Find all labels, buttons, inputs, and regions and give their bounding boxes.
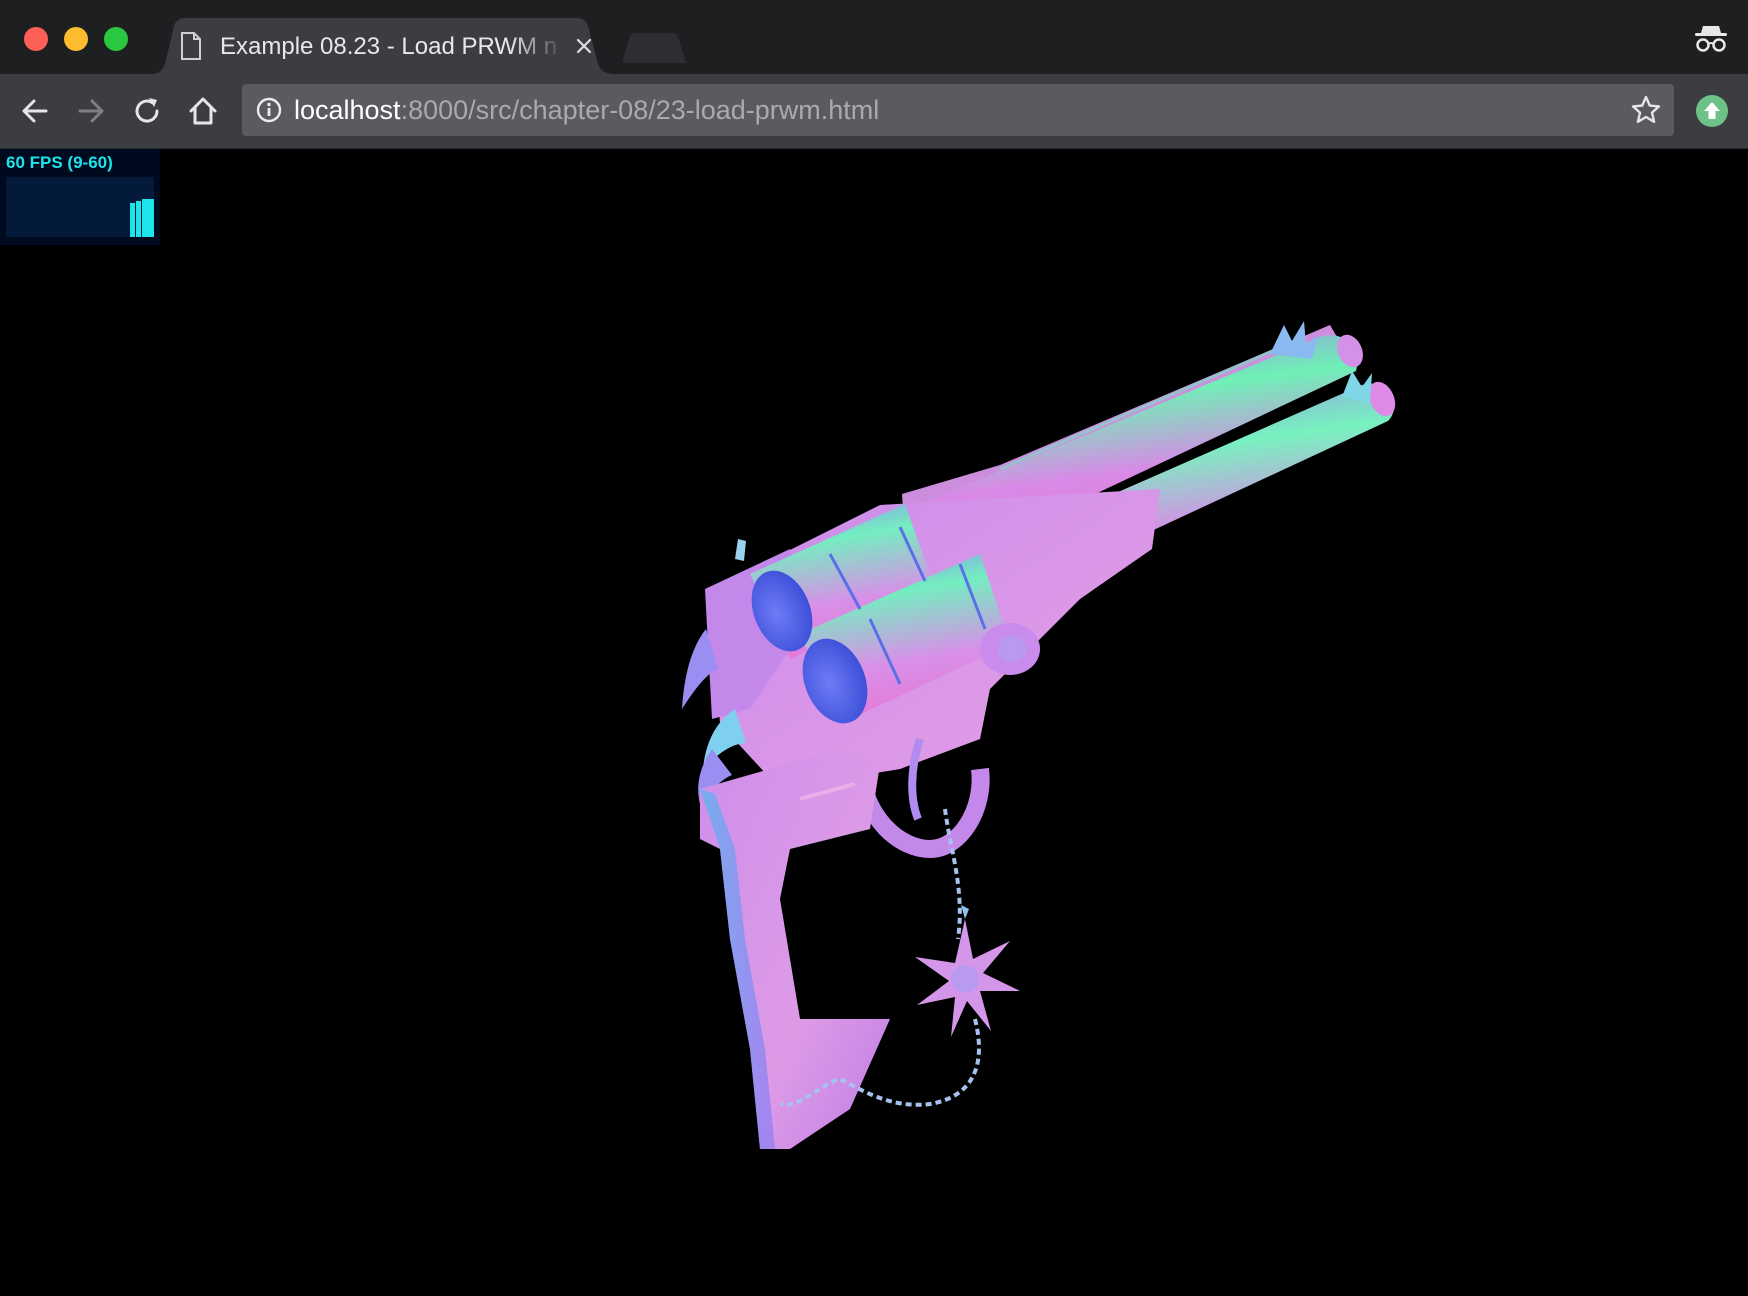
new-tab-button[interactable] bbox=[622, 33, 686, 63]
update-icon[interactable] bbox=[1695, 94, 1729, 128]
browser-tab-active[interactable]: Example 08.23 - Load PRWM n bbox=[150, 18, 615, 74]
fps-stats-panel[interactable]: 60 FPS (9-60) bbox=[0, 149, 160, 245]
home-icon[interactable] bbox=[186, 94, 220, 128]
info-icon[interactable] bbox=[256, 97, 282, 123]
forward-arrow-icon[interactable] bbox=[74, 94, 108, 128]
reload-icon[interactable] bbox=[130, 94, 164, 128]
incognito-icon bbox=[1695, 26, 1727, 52]
url-host: localhost bbox=[294, 95, 401, 125]
url-text[interactable]: localhost:8000/src/chapter-08/23-load-pr… bbox=[294, 95, 879, 125]
title-bar: Example 08.23 - Load PRWM n bbox=[0, 0, 1748, 74]
webgl-viewport[interactable]: 60 FPS (9-60) bbox=[0, 149, 1748, 1296]
close-window-button[interactable] bbox=[24, 27, 48, 51]
address-bar[interactable]: localhost:8000/src/chapter-08/23-load-pr… bbox=[242, 84, 1674, 136]
zoom-window-button[interactable] bbox=[104, 27, 128, 51]
minimize-window-button[interactable] bbox=[64, 27, 88, 51]
revolver-3d-model[interactable] bbox=[0, 149, 1748, 1296]
browser-toolbar: localhost:8000/src/chapter-08/23-load-pr… bbox=[0, 74, 1748, 149]
fps-graph bbox=[6, 177, 154, 237]
tab-title: Example 08.23 - Load PRWM n bbox=[220, 33, 558, 60]
fps-label: 60 FPS (9-60) bbox=[6, 153, 113, 172]
fps-bars bbox=[130, 199, 154, 237]
page-icon bbox=[181, 32, 201, 60]
close-icon[interactable] bbox=[574, 36, 594, 56]
star-icon[interactable] bbox=[1630, 94, 1662, 126]
back-arrow-icon[interactable] bbox=[18, 94, 52, 128]
url-path: :8000/src/chapter-08/23-load-prwm.html bbox=[400, 95, 880, 125]
